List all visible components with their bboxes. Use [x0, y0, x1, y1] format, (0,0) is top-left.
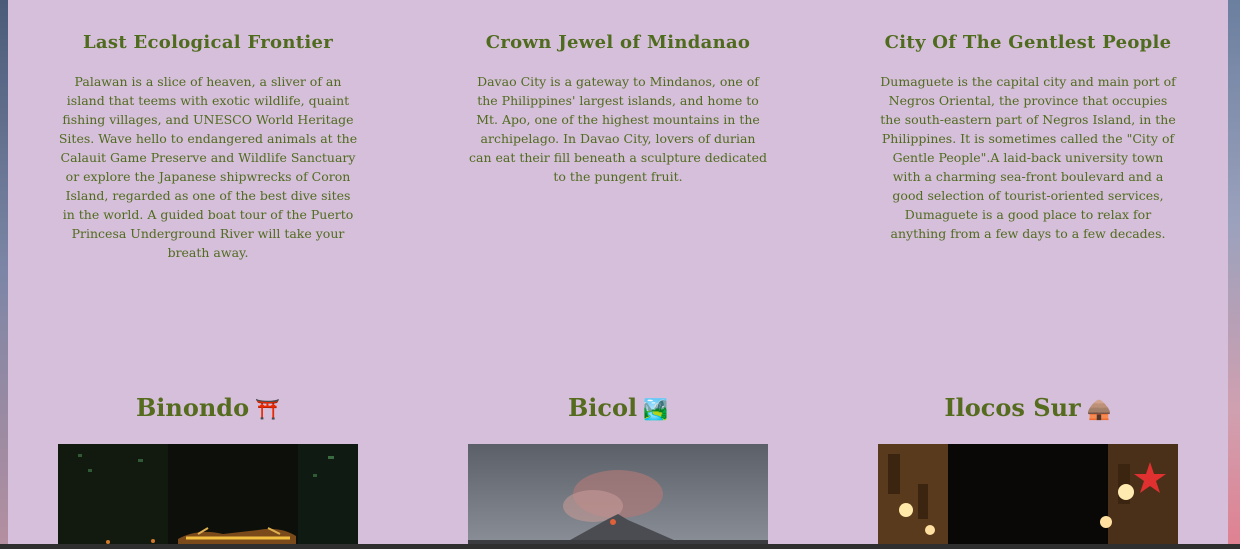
ilocos-sur-photo[interactable] [878, 444, 1178, 544]
destination-name: Binondo [135, 393, 250, 422]
hut-icon: 🛖 [1086, 397, 1112, 421]
bottom-bar [0, 544, 1240, 549]
destination-title-bicol[interactable]: Bicol 🏞️ [468, 393, 768, 422]
feature-title: City Of The Gentlest People [884, 32, 1172, 53]
feature-title: Last Ecological Frontier [82, 32, 334, 53]
content-panel: Last Ecological Frontier Palawan is a sl… [8, 0, 1228, 549]
feature-description: Dumaguete is the capital city and main p… [880, 74, 1176, 241]
national-park-icon: 🏞️ [643, 397, 669, 421]
binondo-photo[interactable] [58, 444, 358, 544]
feature-title: Crown Jewel of Mindanao [485, 32, 751, 53]
destination-title-binondo[interactable]: Binondo ⛩️ [58, 393, 358, 422]
destination-title-ilocos-sur[interactable]: Ilocos Sur 🛖 [878, 393, 1178, 422]
feature-description: Palawan is a slice of heaven, a sliver o… [58, 74, 358, 260]
destination-name: Bicol [567, 393, 638, 422]
destination-name: Ilocos Sur [944, 393, 1081, 422]
background-edge-right [1228, 0, 1240, 549]
bicol-photo[interactable] [468, 444, 768, 544]
background-edge-left [0, 0, 8, 549]
torii-gate-icon: ⛩️ [255, 397, 280, 421]
feature-description: Davao City is a gateway to Mindanos, one… [469, 74, 767, 184]
